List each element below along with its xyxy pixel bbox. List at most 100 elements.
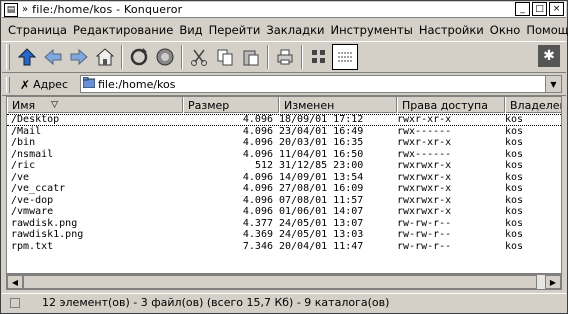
- file-name-text: bin: [17, 137, 36, 149]
- file-perms: rwxrwxr-x: [397, 160, 452, 172]
- file-row[interactable]: /ric 512 31/12/85 23:00 rwxrwxr-x kos: [7, 160, 561, 172]
- file-row[interactable]: rawdisk.png 4.377 24/05/01 13:07 rw-rw-r-- k…: [7, 217, 561, 230]
- list-header: Имя ▽ Размер Изменен Права доступа Владе…: [7, 97, 561, 113]
- file-name: /ve: [7, 172, 183, 183]
- reload-icon[interactable]: [126, 44, 152, 70]
- back-arrow-icon[interactable]: [40, 44, 66, 70]
- view-mode-icon[interactable]: [306, 44, 332, 70]
- view-list-icon[interactable]: [332, 44, 358, 70]
- file-size: 4.369: [242, 229, 273, 241]
- menu-settings[interactable]: Настройки: [416, 23, 487, 37]
- menu-edit[interactable]: Редактирование: [70, 23, 176, 37]
- file-rows: /Desktop 4.096 18/09/01 17:12 rwxr-xr-x kos /…: [7, 114, 561, 253]
- up-arrow-icon[interactable]: [14, 44, 40, 70]
- file-row[interactable]: rawdisk1.png 4.369 24/05/01 13:03 rw-rw-r--…: [7, 229, 561, 241]
- file-perms: rwxrwxr-x: [397, 206, 452, 218]
- file-size: 4.377: [242, 217, 273, 229]
- status-bar: 12 элемент(ов) - 3 файл(ов) (всего 15,7 …: [2, 293, 566, 311]
- scroll-right-icon[interactable]: ▶: [545, 275, 561, 289]
- column-modified[interactable]: Изменен: [279, 97, 397, 113]
- location-input[interactable]: file:/home/kos ▼: [80, 75, 562, 93]
- print-icon[interactable]: [272, 44, 298, 70]
- file-name: /vmware: [7, 206, 183, 217]
- scroll-track[interactable]: [23, 275, 545, 289]
- menu-help[interactable]: Помощь: [523, 23, 568, 37]
- file-name: /ve_ccatr: [7, 183, 183, 194]
- file-owner: kos: [505, 183, 524, 195]
- file-row[interactable]: /Desktop 4.096 18/09/01 17:12 rwxr-xr-x kos: [7, 114, 561, 126]
- toolbar-grip[interactable]: [6, 44, 10, 70]
- title-marker: »: [22, 4, 29, 15]
- file-owner: kos: [505, 114, 524, 126]
- file-row[interactable]: /vmware 4.096 01/06/01 14:07 rwxrwxr-x kos: [7, 206, 561, 218]
- file-owner: kos: [505, 194, 524, 206]
- location-dropdown-button[interactable]: ▼: [545, 76, 561, 92]
- folder-icon: [82, 76, 96, 91]
- file-modified: 18/09/01 17:12: [279, 114, 364, 126]
- menu-view[interactable]: Вид: [176, 23, 205, 37]
- file-owner: kos: [505, 206, 524, 218]
- file-row[interactable]: /bin 4.096 20/03/01 16:35 rwxr-xr-x kos: [7, 137, 561, 149]
- file-row[interactable]: /nsmail 4.096 11/04/01 16:50 rwx------ kos: [7, 149, 561, 161]
- scroll-left-icon[interactable]: ◀: [7, 275, 23, 289]
- menu-page[interactable]: Страница: [5, 23, 70, 37]
- cut-icon[interactable]: [186, 44, 212, 70]
- file-row[interactable]: /ve_ccatr 4.096 27/08/01 16:09 rwxrwxr-x kos: [7, 183, 561, 195]
- menu-tools[interactable]: Инструменты: [328, 23, 416, 37]
- file-row[interactable]: rpm.txt 7.346 20/04/01 11:47 rw-rw-r-- kos: [7, 240, 561, 253]
- file-size: 7.346: [242, 240, 273, 252]
- file-name-text: rawdisk.png: [11, 217, 78, 229]
- file-name: /Mail: [7, 126, 183, 137]
- copy-icon[interactable]: [212, 44, 238, 70]
- file-modified: 20/03/01 16:35: [279, 137, 364, 149]
- file-list[interactable]: Имя ▽ Размер Изменен Права доступа Владе…: [6, 96, 562, 274]
- file-row[interactable]: /Mail 4.096 23/04/01 16:49 rwx------ kos: [7, 126, 561, 138]
- toolbar-separator: [267, 45, 269, 69]
- menu-go[interactable]: Перейти: [206, 23, 264, 37]
- file-row[interactable]: /ve-dop 4.096 07/08/01 11:57 rwxrwxr-x kos: [7, 194, 561, 207]
- file-owner: kos: [505, 229, 524, 241]
- location-value: file:/home/kos: [98, 77, 176, 91]
- file-row[interactable]: /ve 4.096 14/09/01 13:54 rwxrwxr-x kos: [7, 171, 561, 184]
- toolbar-separator: [301, 45, 303, 69]
- file-perms: rwxrwxr-x: [397, 194, 452, 206]
- file-modified: 31/12/85 23:00: [279, 160, 364, 172]
- home-icon[interactable]: [92, 44, 118, 70]
- file-name: /bin: [7, 137, 183, 148]
- close-button[interactable]: ×: [549, 2, 564, 16]
- file-modified: 01/06/01 14:07: [279, 206, 364, 218]
- minimize-button[interactable]: _: [515, 2, 530, 16]
- file-size: 4.096: [242, 137, 273, 149]
- clear-location-icon[interactable]: ✗: [20, 78, 30, 92]
- status-text: 12 элемент(ов) - 3 файл(ов) (всего 15,7 …: [42, 296, 390, 309]
- status-indicator: [10, 297, 20, 308]
- location-grip[interactable]: [6, 76, 10, 93]
- column-name[interactable]: Имя ▽: [7, 97, 183, 113]
- forward-arrow-icon[interactable]: [66, 44, 92, 70]
- file-owner: kos: [505, 240, 524, 252]
- file-name-text: ve_ccatr: [17, 183, 66, 195]
- column-perms[interactable]: Права доступа: [397, 97, 505, 113]
- menu-window[interactable]: Окно: [487, 23, 524, 37]
- column-size[interactable]: Размер: [183, 97, 279, 113]
- file-size: 4.096: [242, 206, 273, 218]
- location-label: ✗ Адрес: [20, 78, 68, 92]
- file-name: rawdisk1.png: [7, 229, 183, 240]
- file-modified: 27/08/01 16:09: [279, 183, 364, 195]
- kde-logo-icon[interactable]: ✱: [538, 45, 560, 67]
- column-owner[interactable]: Владелец: [505, 97, 561, 113]
- sort-indicator-icon: ▽: [51, 100, 59, 110]
- stop-icon[interactable]: [152, 44, 178, 70]
- horizontal-scrollbar[interactable]: ◀ ▶: [6, 274, 562, 290]
- file-perms: rwxrwxr-x: [397, 183, 452, 195]
- file-owner: kos: [505, 217, 524, 229]
- paste-icon[interactable]: [238, 44, 264, 70]
- file-owner: kos: [505, 171, 524, 183]
- maximize-button[interactable]: □: [532, 2, 547, 16]
- window-menu-icon[interactable]: ▤: [4, 2, 18, 17]
- scroll-thumb[interactable]: [23, 275, 537, 289]
- file-name: /ric: [7, 160, 183, 171]
- menu-bookmarks[interactable]: Закладки: [263, 23, 327, 37]
- file-perms: rw-rw-r--: [397, 217, 452, 229]
- title-bar[interactable]: ▤ » file:/home/kos - Konqueror _ □ ×: [2, 2, 566, 18]
